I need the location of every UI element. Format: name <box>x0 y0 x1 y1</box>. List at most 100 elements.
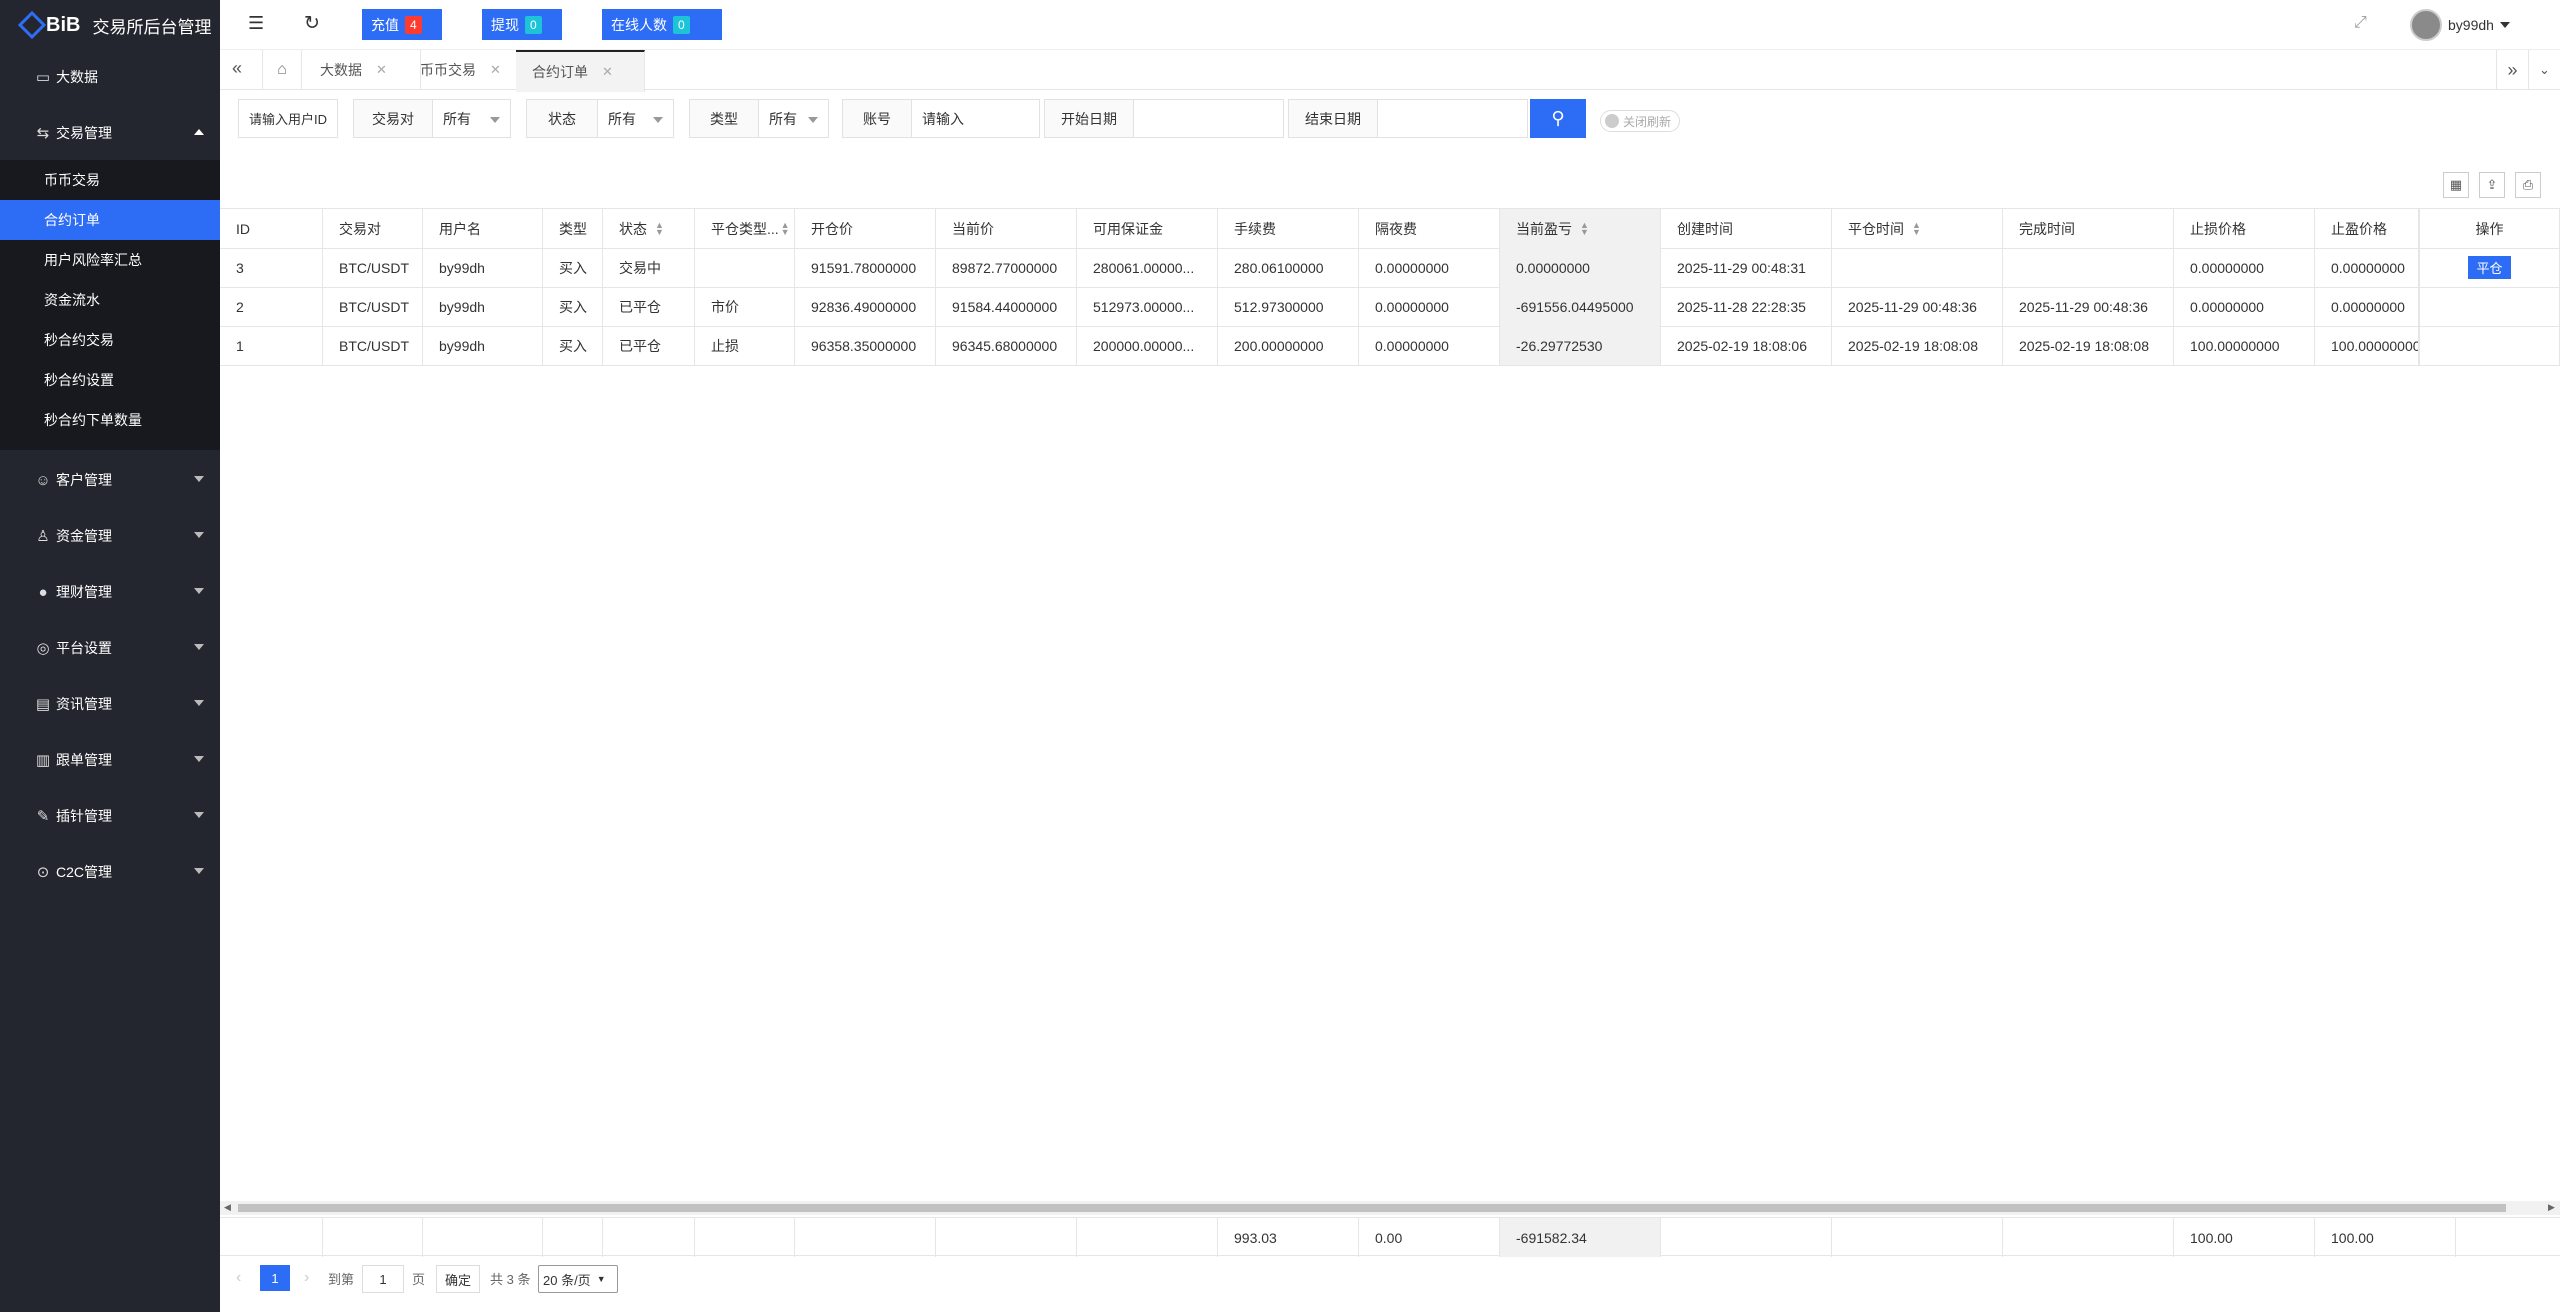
tab-contract-orders[interactable]: 合约订单 ✕ <box>516 50 645 92</box>
col-type: 类型 <box>543 209 603 248</box>
table-row: 2 BTC/USDT by99dh 买入 已平仓 市价 92836.490000… <box>220 287 2560 327</box>
totals-row: 993.03 0.00 -691582.34 100.00 100.00 <box>220 1217 2560 1257</box>
chevron-up-icon <box>194 129 204 135</box>
refresh-icon[interactable]: ↻ <box>304 12 320 35</box>
table-cell: 已平仓 <box>603 326 695 365</box>
chevron-down-icon <box>194 700 204 706</box>
sidebar-item-news[interactable]: ▤ 资讯管理 <box>0 679 220 729</box>
top-header: ☰ ↻ 充值 4 提现 0 在线人数 0 ⤢ by99dh <box>220 0 2560 50</box>
status-select[interactable]: 状态 所有 <box>526 99 674 138</box>
logo-diamond-icon <box>17 10 47 40</box>
page-1-button[interactable]: 1 <box>260 1265 290 1291</box>
online-users-button[interactable]: 在线人数 0 <box>602 9 722 40</box>
fullscreen-icon[interactable]: ⤢ <box>2354 14 2367 32</box>
total-fee: 993.03 <box>1218 1218 1359 1257</box>
tabs-scroll-right-icon[interactable]: » <box>2496 50 2528 90</box>
sidebar: BiB 交易所后台管理 ▭ 大数据 ⇆ 交易管理 币币交易 合约订单 用户风险率汇总… <box>0 0 220 1312</box>
end-date-input[interactable]: 结束日期 <box>1288 99 1528 138</box>
user-id-input[interactable]: 请输入用户ID <box>238 99 338 138</box>
table-cell: 200000.00000... <box>1077 326 1218 365</box>
user-menu[interactable]: by99dh <box>2410 9 2510 41</box>
submenu-item-spot[interactable]: 币币交易 <box>0 160 220 200</box>
sidebar-item-spike[interactable]: ✎ 插针管理 <box>0 791 220 841</box>
table-cell: 买入 <box>543 287 603 326</box>
chevron-down-icon <box>194 532 204 538</box>
submenu-item-second-contract-settings[interactable]: 秒合约设置 <box>0 360 220 400</box>
table-cell: 已平仓 <box>603 287 695 326</box>
col-status[interactable]: 状态 ▲ ▼ <box>603 209 695 248</box>
scroll-left-arrow-icon[interactable]: ◀ <box>224 1202 231 1213</box>
caret-down-icon <box>2499 22 2510 28</box>
sort-icon: ▲ ▼ <box>655 219 664 237</box>
sidebar-item-platform-settings[interactable]: ◎ 平台设置 <box>0 623 220 673</box>
users-icon: ☺ <box>35 471 51 489</box>
goto-label: 到第 <box>328 1271 355 1287</box>
sidebar-item-c2c[interactable]: ⊙ C2C管理 <box>0 847 220 897</box>
start-date-input[interactable]: 开始日期 <box>1044 99 1284 138</box>
submenu-item-second-contract-count[interactable]: 秒合约下单数量 <box>0 400 220 440</box>
sidebar-item-customers[interactable]: ☺ 客户管理 <box>0 455 220 505</box>
withdraw-button[interactable]: 提现 0 <box>482 9 562 40</box>
table-cell <box>2419 287 2560 326</box>
horizontal-scrollbar[interactable]: ◀ ▶ <box>220 1201 2560 1215</box>
news-icon: ▤ <box>35 696 51 713</box>
sidebar-item-big-data[interactable]: ▭ 大数据 <box>0 52 220 102</box>
chevron-down-icon <box>194 812 204 818</box>
submenu-item-fund-flow[interactable]: 资金流水 <box>0 280 220 320</box>
columns-icon[interactable]: ▦ <box>2443 172 2469 198</box>
submenu-trade: 币币交易 合约订单 用户风险率汇总 资金流水 秒合约交易 秒合约设置 秒合约下单… <box>0 160 220 450</box>
recharge-button[interactable]: 充值 4 <box>362 9 442 40</box>
close-position-button[interactable]: 平仓 <box>2468 256 2511 279</box>
table-cell <box>2003 248 2174 287</box>
tabs-dropdown-icon[interactable]: ⌄ <box>2528 50 2560 90</box>
table-cell: 0.00000000 <box>1359 248 1500 287</box>
table-row: 1 BTC/USDT by99dh 买入 已平仓 止损 96358.350000… <box>220 326 2560 366</box>
toggle-knob <box>1605 114 1619 128</box>
sidebar-item-wealth[interactable]: ● 理财管理 <box>0 567 220 617</box>
type-select[interactable]: 类型 所有 <box>689 99 829 138</box>
home-icon[interactable]: ⌂ <box>262 50 302 90</box>
col-pair: 交易对 <box>323 209 423 248</box>
close-icon[interactable]: ✕ <box>602 64 613 80</box>
page-size-select[interactable]: 20 条/页 ▼ <box>538 1265 618 1293</box>
table-header-row: ID 交易对 用户名 类型 状态 ▲ ▼ 平仓类型... ▲ ▼ 开仓价 当前价 可用保… <box>220 208 2560 249</box>
col-pnl[interactable]: 当前盈亏 ▲ ▼ <box>1500 209 1661 248</box>
sidebar-item-copy-trading[interactable]: ▥ 跟单管理 <box>0 735 220 785</box>
col-close-type[interactable]: 平仓类型... ▲ ▼ <box>695 209 795 248</box>
table-cell: 0.00000000 <box>2315 248 2419 287</box>
col-closed[interactable]: 平仓时间 ▲ ▼ <box>1832 209 2003 248</box>
table-cell: 2025-11-28 22:28:35 <box>1661 287 1832 326</box>
goto-page-input[interactable]: 1 <box>362 1265 404 1293</box>
auto-refresh-toggle[interactable]: 关闭刷新 <box>1600 110 1680 132</box>
tab-spot-trading[interactable]: 币币交易 ✕ <box>402 50 533 90</box>
tabs-scroll-left-icon[interactable]: « <box>232 58 242 79</box>
pair-select[interactable]: 交易对 所有 <box>353 99 511 138</box>
goto-confirm-button[interactable]: 确定 <box>436 1265 480 1293</box>
menu-toggle-icon[interactable]: ☰ <box>248 13 264 34</box>
table-cell: 买入 <box>543 248 603 287</box>
table-row: 3 BTC/USDT by99dh 买入 交易中 91591.78000000 … <box>220 248 2560 288</box>
submenu-item-contract-orders[interactable]: 合约订单 <box>0 200 220 240</box>
col-username: 用户名 <box>423 209 543 248</box>
scroll-right-arrow-icon[interactable]: ▶ <box>2548 1202 2555 1213</box>
col-stop-loss: 止损价格 <box>2174 209 2315 248</box>
submenu-item-second-contract-trade[interactable]: 秒合约交易 <box>0 320 220 360</box>
table-cell: 91591.78000000 <box>795 248 936 287</box>
account-input[interactable]: 账号 请输入 <box>842 99 1040 138</box>
col-open-price: 开仓价 <box>795 209 936 248</box>
search-button[interactable]: ⚲ <box>1530 99 1586 138</box>
export-icon[interactable]: ⇪ <box>2479 172 2505 198</box>
table-cell: by99dh <box>423 248 543 287</box>
sidebar-item-trade-management[interactable]: ⇆ 交易管理 <box>0 108 220 158</box>
scrollbar-thumb[interactable] <box>238 1204 2506 1212</box>
table-cell: 2025-02-19 18:08:08 <box>2003 326 2174 365</box>
next-page-icon[interactable]: › <box>304 1265 309 1291</box>
close-icon[interactable]: ✕ <box>376 62 387 78</box>
print-icon[interactable]: ⎙ <box>2515 172 2541 198</box>
sidebar-item-funds[interactable]: ♙ 资金管理 <box>0 511 220 561</box>
submenu-item-risk-summary[interactable]: 用户风险率汇总 <box>0 240 220 280</box>
prev-page-icon[interactable]: ‹ <box>236 1265 241 1291</box>
close-icon[interactable]: ✕ <box>490 62 501 78</box>
tab-bar: « ⌂ 大数据 ✕ 币币交易 ✕ 合约订单 ✕ » ⌄ <box>220 50 2560 92</box>
chevron-down-icon <box>194 756 204 762</box>
